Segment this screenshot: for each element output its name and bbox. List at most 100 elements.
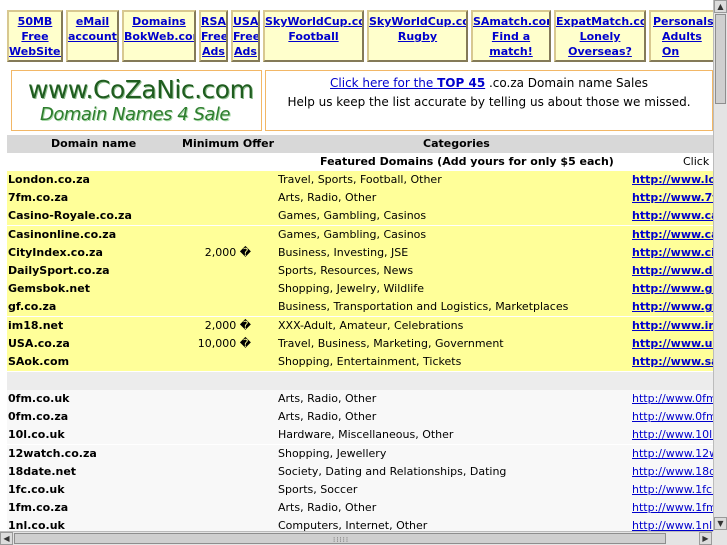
- horizontal-scrollbar[interactable]: ◀ ⁞⁞⁞⁞⁞ ▶: [0, 531, 713, 545]
- featured-row: gf.co.za Business, Transportation and Log…: [7, 298, 713, 317]
- featured-header: Featured Domains (Add yours for only $5 …: [7, 153, 713, 171]
- categories: Travel, Sports, Football, Other: [278, 173, 442, 186]
- scroll-up-arrow-icon[interactable]: ▲: [714, 0, 727, 13]
- domain-link[interactable]: http://www.gem: [632, 282, 713, 295]
- featured-row: Casinonline.co.za Games, Gambling, Casino…: [7, 225, 713, 244]
- vertical-scroll-thumb[interactable]: [715, 14, 726, 104]
- ad-line: accounts: [68, 30, 119, 43]
- top45-link-prefix: Click here for the: [330, 76, 438, 90]
- ad-domains-bokweb[interactable]: Domains BokWeb.com: [122, 10, 196, 62]
- categories: Sports, Resources, News: [278, 264, 414, 277]
- domain-link[interactable]: http://www.usa: [632, 337, 713, 350]
- ad-personals[interactable]: Personals.c Adults On: [649, 10, 713, 62]
- domain-link[interactable]: http://www.im1: [632, 319, 713, 332]
- domain-name: Gemsbok.net: [8, 282, 90, 296]
- scroll-right-arrow-icon[interactable]: ▶: [699, 532, 712, 545]
- domain-link[interactable]: http://www.1fc.c: [632, 483, 713, 496]
- scroll-down-arrow-icon[interactable]: ▼: [714, 517, 727, 530]
- ad-line: Ads: [234, 45, 257, 58]
- ad-samatch[interactable]: SAmatch.com Find a match!: [471, 10, 551, 62]
- categories: Business, Transportation and Logistics, …: [278, 300, 569, 314]
- domain-link[interactable]: http://www.18da: [632, 465, 713, 478]
- ad-line: Domains: [132, 15, 186, 28]
- minimum-offer: 2,000 �: [204, 245, 251, 259]
- domain-name: 0fm.co.uk: [8, 392, 70, 405]
- ad-line: Free: [233, 30, 260, 43]
- categories: Sports, Soccer: [278, 483, 358, 496]
- top45-link-bold: TOP 45: [437, 76, 486, 90]
- scrollbar-corner: [713, 531, 727, 545]
- domain-name: 1fm.co.za: [8, 501, 69, 515]
- ad-line: BokWeb.com: [124, 30, 194, 43]
- listing-row: 18date.net Society, Dating and Relationsh…: [7, 462, 713, 481]
- domain-link[interactable]: http://www.1nl.c: [632, 519, 713, 531]
- categories: Shopping, Jewelry, Wildlife: [278, 282, 424, 296]
- ad-line: SAmatch.com: [473, 15, 551, 28]
- domain-link[interactable]: http://www.sao: [632, 355, 713, 368]
- domain-link[interactable]: http://www.casi: [632, 209, 713, 222]
- categories: Arts, Radio, Other: [278, 410, 377, 424]
- ad-expatmatch[interactable]: ExpatMatch.com Lonely Overseas?: [554, 10, 646, 62]
- ad-skyworldcup-rugby[interactable]: SkyWorldCup.com Rugby: [367, 10, 468, 62]
- vertical-scrollbar[interactable]: ▲ ▼: [713, 0, 727, 531]
- header-domain: Domain name: [51, 137, 137, 150]
- domain-link[interactable]: http://www.0fm.: [632, 392, 713, 405]
- featured-row: Gemsbok.net Shopping, Jewelry, Wildlife ht…: [7, 280, 713, 299]
- domain-name: 12watch.co.za: [8, 446, 97, 460]
- grip-icon: ⁞⁞⁞⁞⁞: [333, 536, 350, 544]
- ad-line: Football: [288, 30, 339, 43]
- featured-row: London.co.za Travel, Sports, Football, Ot…: [7, 171, 713, 189]
- categories: Shopping, Entertainment, Tickets: [278, 355, 462, 368]
- domain-link[interactable]: http://www.lond: [632, 173, 713, 186]
- domain-link[interactable]: http://www.1fm.: [632, 501, 713, 514]
- ad-email-accounts[interactable]: eMail accounts: [66, 10, 119, 62]
- domain-name: Casino-Royale.co.za: [8, 209, 132, 223]
- ad-line: Free: [201, 30, 228, 43]
- domain-link[interactable]: http://www.gf.c: [632, 300, 713, 313]
- listing-row: 1nl.co.uk Computers, Internet, Other http:…: [7, 517, 713, 531]
- categories: Business, Investing, JSE: [278, 245, 409, 259]
- ad-line: eMail: [75, 15, 110, 28]
- help-message: Help us keep the list accurate by tellin…: [287, 95, 691, 109]
- ad-line: 50MB: [17, 15, 53, 28]
- featured-label: Featured Domains (Add yours for only $5 …: [320, 155, 614, 168]
- ad-line: RSA: [201, 15, 226, 28]
- logo-tagline: Domain Names 4 Sale: [40, 104, 230, 125]
- domain-name: im18.net: [8, 318, 64, 332]
- ad-usa-free-ads[interactable]: USA Free Ads: [231, 10, 260, 62]
- ad-free-website[interactable]: 50MB Free WebSite!: [7, 10, 63, 62]
- domain-link[interactable]: http://www.12wa: [632, 447, 713, 460]
- featured-row: USA.co.za 10,000 � Travel, Business, Marke…: [7, 334, 713, 353]
- featured-row: DailySport.co.za Sports, Resources, News h…: [7, 262, 713, 280]
- domain-link[interactable]: http://www.dail: [632, 264, 713, 277]
- table-separator: [7, 372, 713, 390]
- domain-name: London.co.za: [8, 173, 90, 186]
- header-categories: Categories: [423, 137, 490, 150]
- domain-name: CityIndex.co.za: [8, 245, 103, 259]
- domain-name: USA.co.za: [8, 336, 70, 350]
- domain-name: 10l.co.uk: [8, 428, 65, 442]
- domain-link[interactable]: http://www.7fm.: [632, 191, 713, 204]
- categories: Games, Gambling, Casinos: [278, 209, 427, 223]
- top45-link[interactable]: Click here for the TOP 45: [330, 76, 485, 90]
- horizontal-scroll-thumb[interactable]: ⁞⁞⁞⁞⁞: [14, 533, 666, 544]
- listing-row: 1fc.co.uk Sports, Soccer http://www.1fc.c: [7, 481, 713, 499]
- domain-link[interactable]: http://www.city: [632, 246, 713, 259]
- scroll-left-arrow-icon[interactable]: ◀: [0, 532, 13, 545]
- domain-name: 0fm.co.za: [8, 410, 69, 424]
- ad-line: Personals.c: [653, 15, 713, 28]
- categories: Hardware, Miscellaneous, Other: [278, 428, 454, 442]
- ad-skyworldcup-football[interactable]: SkyWorldCup.com Football: [263, 10, 364, 62]
- page-viewport: 50MB Free WebSite! eMail accounts Domain…: [0, 0, 713, 531]
- domain-name: 7fm.co.za: [8, 191, 69, 205]
- listing-row: 1fm.co.za Arts, Radio, Other http://www.1f…: [7, 499, 713, 518]
- domain-link[interactable]: http://www.0fm.: [632, 410, 713, 423]
- categories: Games, Gambling, Casinos: [278, 227, 427, 241]
- domain-name: Casinonline.co.za: [8, 227, 117, 241]
- categories: Society, Dating and Relationships, Datin…: [278, 464, 507, 478]
- featured-row: Casino-Royale.co.za Games, Gambling, Casi…: [7, 207, 713, 226]
- ad-rsa-free-ads[interactable]: RSA Free Ads: [199, 10, 228, 62]
- table-header: Domain name Minimum Offer Categories: [7, 135, 713, 153]
- domain-link[interactable]: http://www.10l.c: [632, 428, 713, 441]
- domain-link[interactable]: http://www.casi: [632, 228, 713, 241]
